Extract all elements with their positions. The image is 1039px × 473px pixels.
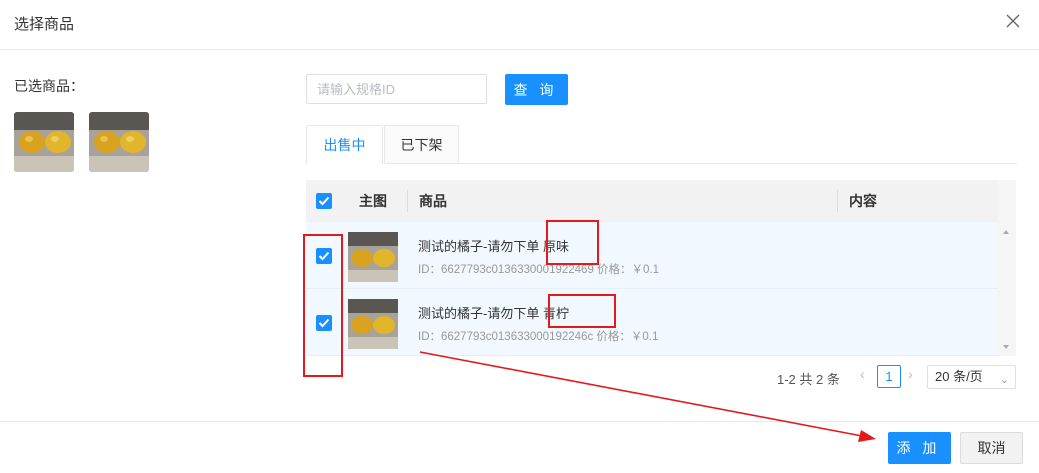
column-header-content: 内容 [849, 193, 877, 209]
column-header-product: 商品 [419, 193, 447, 209]
spec-id-search-input[interactable] [306, 74, 487, 104]
cancel-button[interactable]: 取消 [960, 432, 1023, 464]
page-size-value: 20 条/页 [935, 369, 983, 384]
tab-off-shelf[interactable]: 已下架 [384, 125, 459, 164]
scroll-down-arrow-icon[interactable] [1003, 345, 1009, 349]
selected-product-thumbnail [14, 112, 74, 172]
scroll-up-arrow-icon[interactable] [1003, 230, 1009, 234]
pagination-total: 1-2 共 2 条 [777, 372, 840, 387]
selected-product-thumbnail [89, 112, 149, 172]
dialog-title: 选择商品 [14, 16, 75, 33]
chevron-down-icon: ⌄ [999, 374, 1009, 386]
product-name: 测试的橘子-请勿下单 原味 [418, 239, 569, 254]
query-button[interactable]: 查 询 [505, 74, 568, 105]
product-name: 测试的橘子-请勿下单 青柠 [418, 306, 569, 321]
close-icon[interactable] [1004, 12, 1022, 30]
selected-products-label: 已选商品： [14, 78, 84, 94]
column-divider [407, 190, 408, 212]
product-meta: ID：6627793c013633000192246c 价格：￥0.1 [418, 331, 659, 343]
table-row[interactable]: 测试的橘子-请勿下单 青柠 ID：6627793c013633000192246… [306, 289, 998, 356]
next-page-icon[interactable]: › [908, 366, 913, 382]
add-button[interactable]: 添 加 [888, 432, 951, 464]
tab-on-sale[interactable]: 出售中 [306, 125, 383, 164]
select-all-checkbox[interactable] [316, 193, 332, 209]
title-divider [0, 49, 1039, 50]
page-number-button[interactable]: 1 [877, 365, 901, 388]
table-row[interactable]: 测试的橘子-请勿下单 原味 ID：6627793c013633000192246… [306, 222, 998, 289]
table-scrollbar[interactable] [998, 180, 1016, 356]
row-checkbox[interactable] [316, 248, 332, 264]
column-header-main-image: 主图 [359, 193, 387, 209]
prev-page-icon[interactable]: ‹ [860, 366, 865, 382]
table-header: 主图 商品 内容 [306, 180, 998, 222]
column-divider [837, 190, 838, 212]
product-image [348, 232, 398, 282]
footer-divider [0, 421, 1039, 422]
product-image [348, 299, 398, 349]
product-meta: ID：6627793c0136330001922469 价格：￥0.1 [418, 264, 660, 276]
page-size-select[interactable]: 20 条/页 ⌄ [927, 365, 1016, 389]
row-checkbox[interactable] [316, 315, 332, 331]
